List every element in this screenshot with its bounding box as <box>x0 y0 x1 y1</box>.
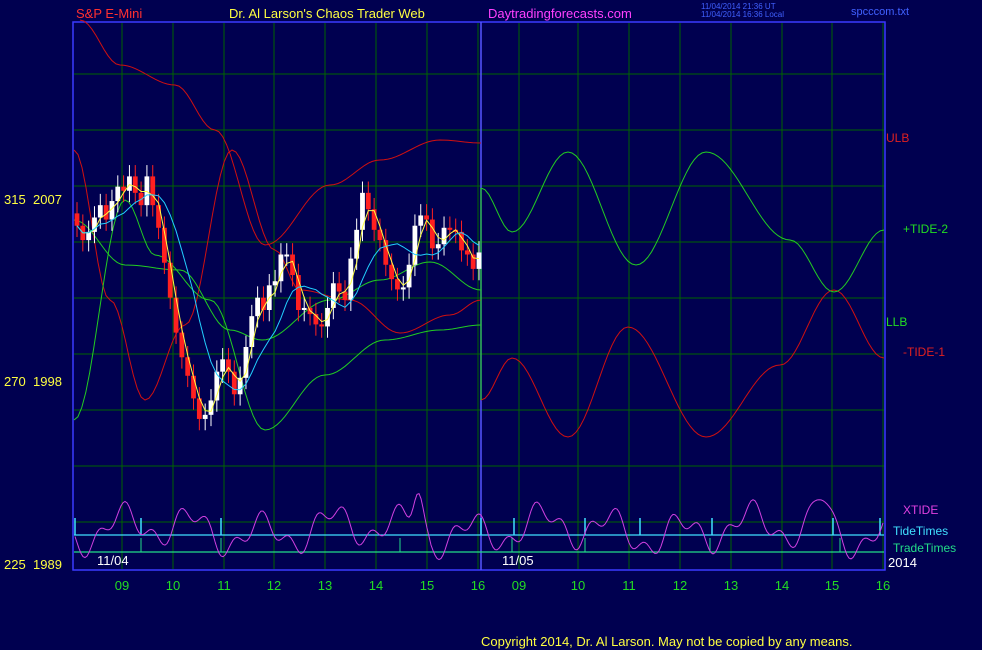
hour-tick-12: 13 <box>724 578 738 593</box>
candle-body-17 <box>173 297 179 333</box>
site-link[interactable]: Daytradingforecasts.com <box>488 6 632 21</box>
tide2-line <box>480 151 885 293</box>
y-label-price-1998: 1998 <box>33 374 62 389</box>
candle-body-60 <box>424 215 429 220</box>
candle-body-35 <box>278 254 284 282</box>
tide2-label: +TIDE-2 <box>903 222 948 236</box>
candle-body-37 <box>290 254 295 276</box>
llb-green-line <box>73 199 482 431</box>
candle-body-22 <box>202 414 208 419</box>
candle-body-20 <box>191 375 196 399</box>
candle-body-64 <box>447 227 453 230</box>
candle-body-25 <box>220 359 226 372</box>
y-label-cycle-225: 225 <box>4 557 26 572</box>
candle-body-67 <box>464 250 470 255</box>
candle-body-9 <box>127 176 132 191</box>
candle-body-13 <box>150 176 156 206</box>
candle-body-42 <box>319 324 325 327</box>
candle-body-12 <box>144 176 150 206</box>
y-label-cycle-270: 270 <box>4 374 26 389</box>
candle-body-34 <box>272 281 278 286</box>
candle-body-50 <box>365 192 371 210</box>
candle-body-45 <box>336 283 342 292</box>
xtide-line <box>74 492 884 561</box>
hour-tick-1: 10 <box>166 578 180 593</box>
date-label-1104: 11/04 <box>97 553 129 568</box>
candle-body-4 <box>97 205 103 218</box>
candle-body-10 <box>132 176 138 193</box>
hour-tick-11: 12 <box>673 578 687 593</box>
tidetimes-label: TideTimes <box>893 524 948 538</box>
symbol-title: S&P E-Mini <box>76 6 142 21</box>
candle-body-14 <box>156 205 161 228</box>
candle-body-47 <box>348 258 354 300</box>
hour-tick-13: 14 <box>775 578 789 593</box>
date-label-1105: 11/05 <box>502 553 534 568</box>
hour-tick-7: 16 <box>471 578 485 593</box>
xtide-label: XTIDE <box>903 503 938 517</box>
candle-body-43 <box>325 307 330 327</box>
y-label-cycle-315: 315 <box>4 192 26 207</box>
hour-tick-4: 13 <box>318 578 332 593</box>
candle-body-56 <box>400 287 406 290</box>
tide1-line <box>480 289 885 438</box>
hour-tick-2: 11 <box>217 578 231 593</box>
tide1-label: -TIDE-1 <box>903 345 945 359</box>
hour-tick-5: 14 <box>369 578 383 593</box>
red-series-group <box>73 19 885 438</box>
candle-body-51 <box>371 209 377 230</box>
hour-tick-10: 11 <box>622 578 636 593</box>
hour-tick-14: 15 <box>825 578 839 593</box>
data-file-label: spcccom.txt <box>851 6 909 18</box>
candle-body-31 <box>255 297 261 317</box>
candle-body-30 <box>249 316 255 347</box>
chaos-trader-chart: S&P E-Mini Dr. Al Larson's Chaos Trader … <box>4 2 956 649</box>
ulb-label: ULB <box>886 131 909 145</box>
llb-label: LLB <box>886 315 907 329</box>
copyright-notice: Copyright 2014, Dr. Al Larson. May not b… <box>481 634 852 649</box>
brand-title: Dr. Al Larson's Chaos Trader Web <box>229 6 425 21</box>
candle-body-63 <box>441 227 447 245</box>
hour-tick-8: 09 <box>512 578 526 593</box>
candle-body-49 <box>360 192 365 230</box>
candle-body-28 <box>237 377 243 395</box>
candle-body-39 <box>301 307 307 310</box>
hour-tick-6: 15 <box>420 578 434 593</box>
candle-body-61 <box>429 219 435 249</box>
y-label-price-2007: 2007 <box>33 192 62 207</box>
bottom-indicators-group <box>74 492 884 561</box>
year-label: 2014 <box>888 555 917 570</box>
candle-body-44 <box>330 283 336 308</box>
hour-tick-9: 10 <box>571 578 585 593</box>
candle-body-69 <box>476 252 482 269</box>
tradetimes-label: TradeTimes <box>893 541 956 555</box>
hour-tick-0: 09 <box>115 578 129 593</box>
plot-frame <box>72 21 886 571</box>
hour-tick-3: 12 <box>267 578 281 593</box>
grid <box>74 23 884 569</box>
candle-body-62 <box>435 244 441 249</box>
hour-tick-labels: 09 10 11 12 13 14 15 16 09 10 11 12 13 14 15 16 <box>115 578 890 593</box>
candle-body-16 <box>167 262 173 298</box>
candle-body-36 <box>284 254 290 257</box>
local-timestamp: 11/04/2014 16:36 Local <box>701 10 784 19</box>
candle-body-68 <box>470 254 476 269</box>
hour-tick-15: 16 <box>876 578 890 593</box>
y-label-price-1989: 1989 <box>33 557 62 572</box>
candle-body-0 <box>74 213 80 226</box>
candle-body-59 <box>418 215 424 226</box>
